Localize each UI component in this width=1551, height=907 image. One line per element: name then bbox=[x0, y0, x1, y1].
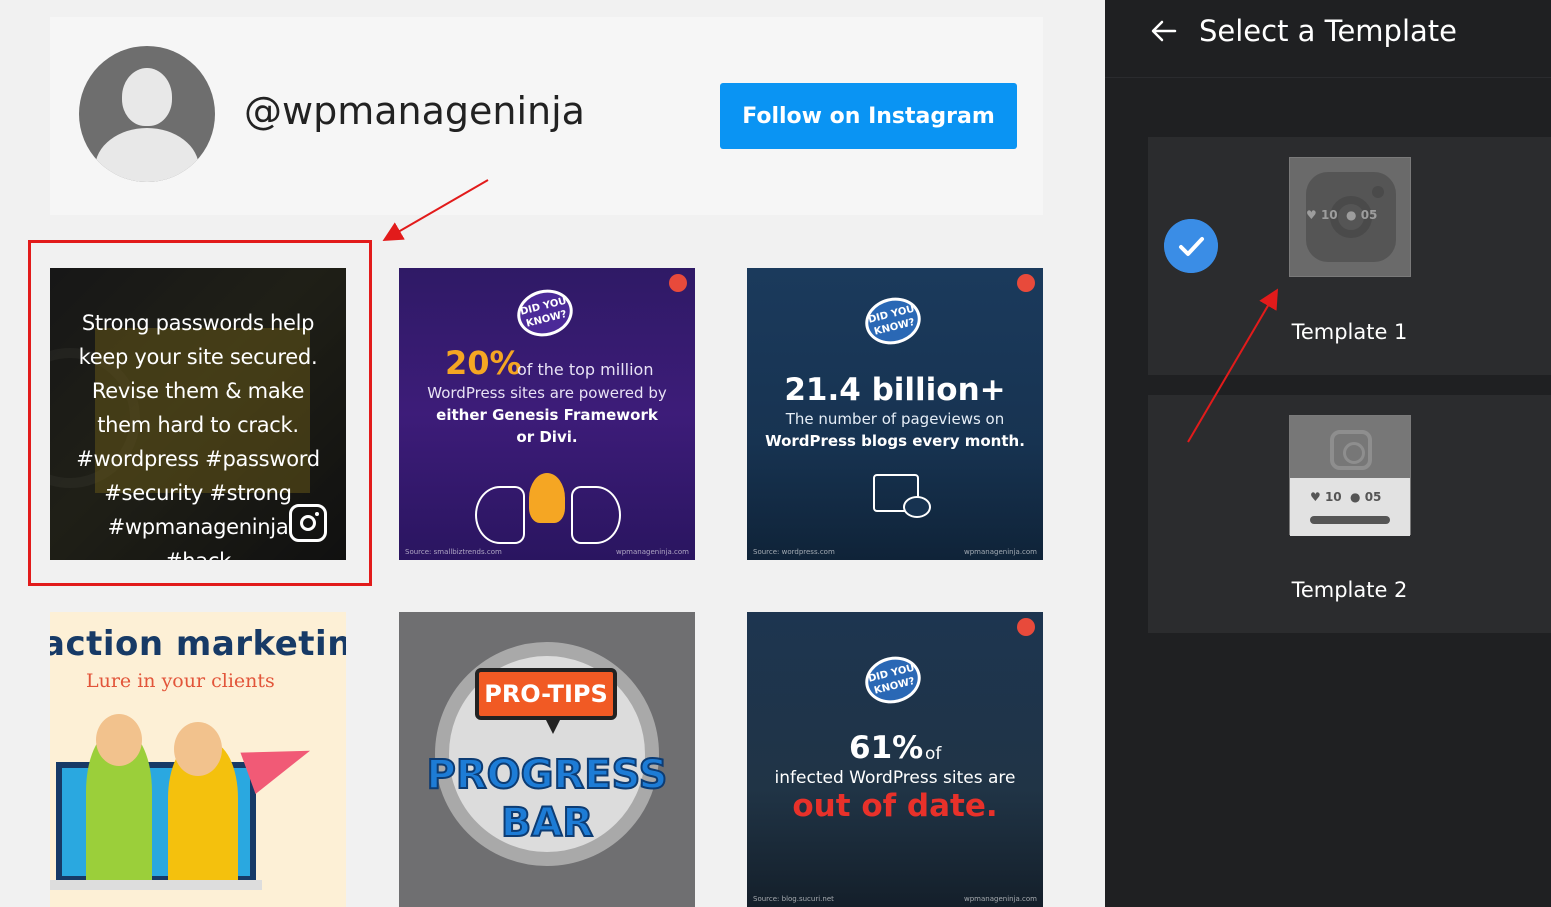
heart-icon: ♥ bbox=[1310, 490, 1321, 504]
stat-suffix: of bbox=[925, 744, 942, 764]
stat-highlight: out of date. bbox=[792, 788, 998, 824]
ninja-logo-icon bbox=[1017, 274, 1035, 292]
feed-item-2[interactable]: DID YOU KNOW? 20% of the top million Wor… bbox=[399, 268, 695, 560]
lightbulb-icon bbox=[529, 473, 565, 523]
arm-graphic bbox=[475, 486, 525, 544]
feed-item-4[interactable]: action marketing Lure in your clients bbox=[50, 612, 346, 907]
stat-description: The number of pageviews on WordPress blo… bbox=[765, 410, 1025, 450]
heart-icon: ♥ bbox=[1306, 208, 1317, 222]
did-you-know-badge: DID YOU KNOW? bbox=[512, 283, 578, 343]
did-you-know-badge: DID YOU KNOW? bbox=[860, 650, 926, 710]
template-1-thumbnail: ♥ 10 ● 05 bbox=[1289, 157, 1411, 277]
stat-suffix: of the top million bbox=[517, 360, 654, 379]
feed-preview: @wpmanageninja Follow on Instagram Stron… bbox=[0, 0, 1105, 907]
source-text: Source: blog.sucuri.net bbox=[753, 895, 834, 903]
ninja-logo-icon bbox=[669, 274, 687, 292]
speech-bubble: PRO-TIPS bbox=[475, 668, 617, 720]
template-option-1[interactable]: ♥ 10 ● 05 Template 1 bbox=[1148, 137, 1551, 375]
speech-bubble-tail bbox=[545, 718, 561, 734]
template-2-label: Template 2 bbox=[1291, 578, 1408, 602]
stat-value: 20% bbox=[445, 344, 522, 382]
ninja-logo-icon bbox=[1017, 618, 1035, 636]
site-text: wpmanageninja.com bbox=[964, 895, 1037, 903]
arm-graphic bbox=[571, 486, 621, 544]
thumbnail-info-area bbox=[1290, 478, 1410, 536]
did-you-know-badge: DID YOU KNOW? bbox=[860, 291, 926, 351]
thumbnail-stats: ♥ 10 ● 05 bbox=[1310, 490, 1382, 504]
profile-header: @wpmanageninja Follow on Instagram bbox=[50, 17, 1043, 215]
feed-item-6[interactable]: DID YOU KNOW? 61% of infected WordPress … bbox=[747, 612, 1043, 907]
laptop-base-graphic bbox=[50, 880, 262, 890]
thumbnail-stats: ♥ 10 ● 05 bbox=[1306, 208, 1378, 222]
comment-icon: ● bbox=[1346, 208, 1357, 222]
username: @wpmanageninja bbox=[244, 89, 585, 133]
camera-dot-graphic bbox=[1372, 186, 1384, 198]
post-title-word-1: PROGRESS bbox=[426, 751, 669, 799]
follow-button[interactable]: Follow on Instagram bbox=[720, 83, 1017, 149]
post-subtitle: Lure in your clients bbox=[86, 670, 275, 692]
source-text: Source: wordpress.com bbox=[753, 548, 835, 556]
feed-item-5[interactable]: PRO-TIPS PROGRESS BAR bbox=[399, 612, 695, 907]
template-option-2[interactable]: ♥ 10 ● 05 Template 2 bbox=[1148, 395, 1551, 633]
stat-value: 21.4 billion+ bbox=[784, 372, 1006, 408]
site-text: wpmanageninja.com bbox=[616, 548, 689, 556]
panel-title: Select a Template bbox=[1199, 14, 1457, 48]
avatar bbox=[79, 46, 215, 182]
post-title-word-2: BAR bbox=[500, 799, 594, 847]
site-text: wpmanageninja.com bbox=[964, 548, 1037, 556]
caption-line-graphic bbox=[1310, 516, 1390, 524]
stat-description: WordPress sites are powered by either Ge… bbox=[427, 384, 667, 446]
stat-description: infected WordPress sites are bbox=[774, 768, 1016, 788]
person-head-graphic bbox=[96, 714, 142, 766]
panel-header: Select a Template bbox=[1105, 0, 1551, 78]
back-arrow-icon[interactable] bbox=[1149, 16, 1179, 46]
source-text: Source: smallbiztrends.com bbox=[405, 548, 502, 556]
eye-icon bbox=[903, 496, 931, 518]
check-icon bbox=[1164, 219, 1218, 273]
person-head-graphic bbox=[174, 722, 222, 776]
template-1-label: Template 1 bbox=[1291, 320, 1408, 344]
annotation-highlight-box bbox=[28, 240, 372, 586]
template-2-thumbnail: ♥ 10 ● 05 bbox=[1289, 415, 1411, 536]
post-title: action marketing bbox=[50, 624, 346, 664]
stat-value: 61% bbox=[849, 730, 924, 766]
comment-icon: ● bbox=[1350, 490, 1361, 504]
feed-item-3[interactable]: DID YOU KNOW? 21.4 billion+ The number o… bbox=[747, 268, 1043, 560]
instagram-icon bbox=[1330, 430, 1372, 470]
template-panel: Select a Template ♥ 10 ● 05 Template 1 ♥… bbox=[1105, 0, 1551, 907]
megaphone-icon bbox=[240, 730, 318, 794]
